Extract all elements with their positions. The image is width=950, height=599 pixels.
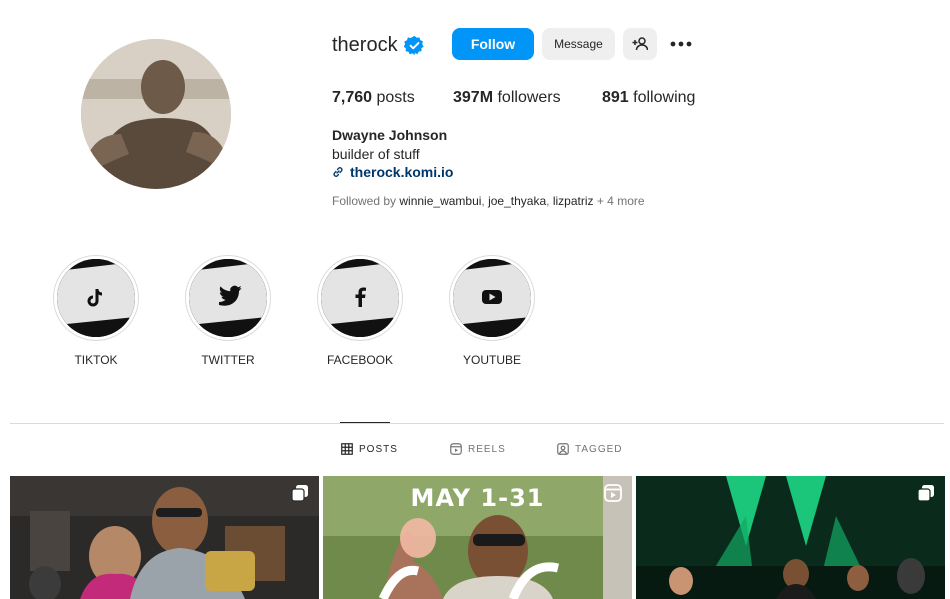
followed-by-more: + 4 more <box>596 194 645 208</box>
profile-full-name: Dwayne Johnson <box>332 127 448 143</box>
tab-reels[interactable]: REELS <box>450 443 506 455</box>
profile-bio: builder of stuff <box>332 146 420 162</box>
highlight-cover <box>57 259 135 337</box>
followers-count[interactable]: 397M followers <box>453 89 561 107</box>
grid-icon <box>341 443 353 455</box>
tab-posts[interactable]: POSTS <box>341 443 398 455</box>
followers-count-label: followers <box>497 89 561 106</box>
suggest-users-button[interactable] <box>623 28 657 60</box>
tagged-icon <box>557 443 569 455</box>
post-overlay-text: MAY 1-31 <box>410 484 545 512</box>
posts-count: 7,760 posts <box>332 89 415 107</box>
highlight-cover <box>321 259 399 337</box>
post-tile[interactable] <box>10 476 319 599</box>
posts-count-value: 7,760 <box>332 89 373 106</box>
followed-by[interactable]: Followed by winnie_wambui, joe_thyaka, l… <box>332 194 645 208</box>
youtube-icon <box>482 290 502 304</box>
followed-by-user[interactable]: lizpatriz <box>553 194 594 208</box>
active-tab-indicator <box>340 422 390 423</box>
profile-username: therock <box>332 34 398 56</box>
highlight-twitter[interactable]: TWITTER <box>185 255 271 367</box>
reels-icon <box>450 443 462 455</box>
more-options-button[interactable] <box>665 28 697 60</box>
post-tile[interactable] <box>636 476 945 599</box>
follow-button[interactable]: Follow <box>452 28 534 60</box>
tabs-divider <box>10 423 944 424</box>
avatar-photo <box>81 39 231 189</box>
message-button[interactable]: Message <box>542 28 615 60</box>
highlight-youtube[interactable]: YOUTUBE <box>449 255 535 367</box>
highlight-label: TWITTER <box>201 353 255 367</box>
highlight-label: YOUTUBE <box>462 353 521 367</box>
add-user-icon <box>632 37 648 51</box>
post-tile[interactable]: MAY 1-31 <box>323 476 632 599</box>
highlight-cover <box>189 259 267 337</box>
carousel-icon <box>917 485 934 502</box>
profile-link[interactable]: therock.komi.io <box>332 164 453 180</box>
profile-avatar[interactable] <box>81 39 231 189</box>
tab-tagged[interactable]: TAGGED <box>557 443 622 455</box>
followed-by-user[interactable]: joe_thyaka <box>488 194 546 208</box>
link-icon <box>333 167 343 177</box>
followed-by-user[interactable]: winnie_wambui <box>399 194 481 208</box>
more-dots-icon <box>670 41 692 47</box>
tab-reels-label: REELS <box>468 443 506 455</box>
followers-count-value: 397M <box>453 89 494 106</box>
verified-badge-icon <box>404 35 424 56</box>
following-count-label: following <box>633 89 696 106</box>
tab-tagged-label: TAGGED <box>575 443 623 455</box>
post-image <box>10 476 319 599</box>
highlight-cover <box>453 259 531 337</box>
carousel-icon <box>291 485 308 502</box>
highlight-label: TIKTOK <box>74 353 118 367</box>
profile-link-text: therock.komi.io <box>350 164 454 180</box>
tab-posts-label: POSTS <box>359 443 398 455</box>
posts-count-label: posts <box>376 89 415 106</box>
highlight-facebook[interactable]: FACEBOOK <box>317 255 403 367</box>
highlight-tiktok[interactable]: TIKTOK <box>53 255 139 367</box>
reel-icon <box>604 484 622 502</box>
post-image <box>636 476 945 599</box>
followed-by-prefix: Followed by <box>332 194 397 208</box>
following-count[interactable]: 891 following <box>602 89 695 107</box>
highlight-label: FACEBOOK <box>326 353 394 367</box>
following-count-value: 891 <box>602 89 629 106</box>
